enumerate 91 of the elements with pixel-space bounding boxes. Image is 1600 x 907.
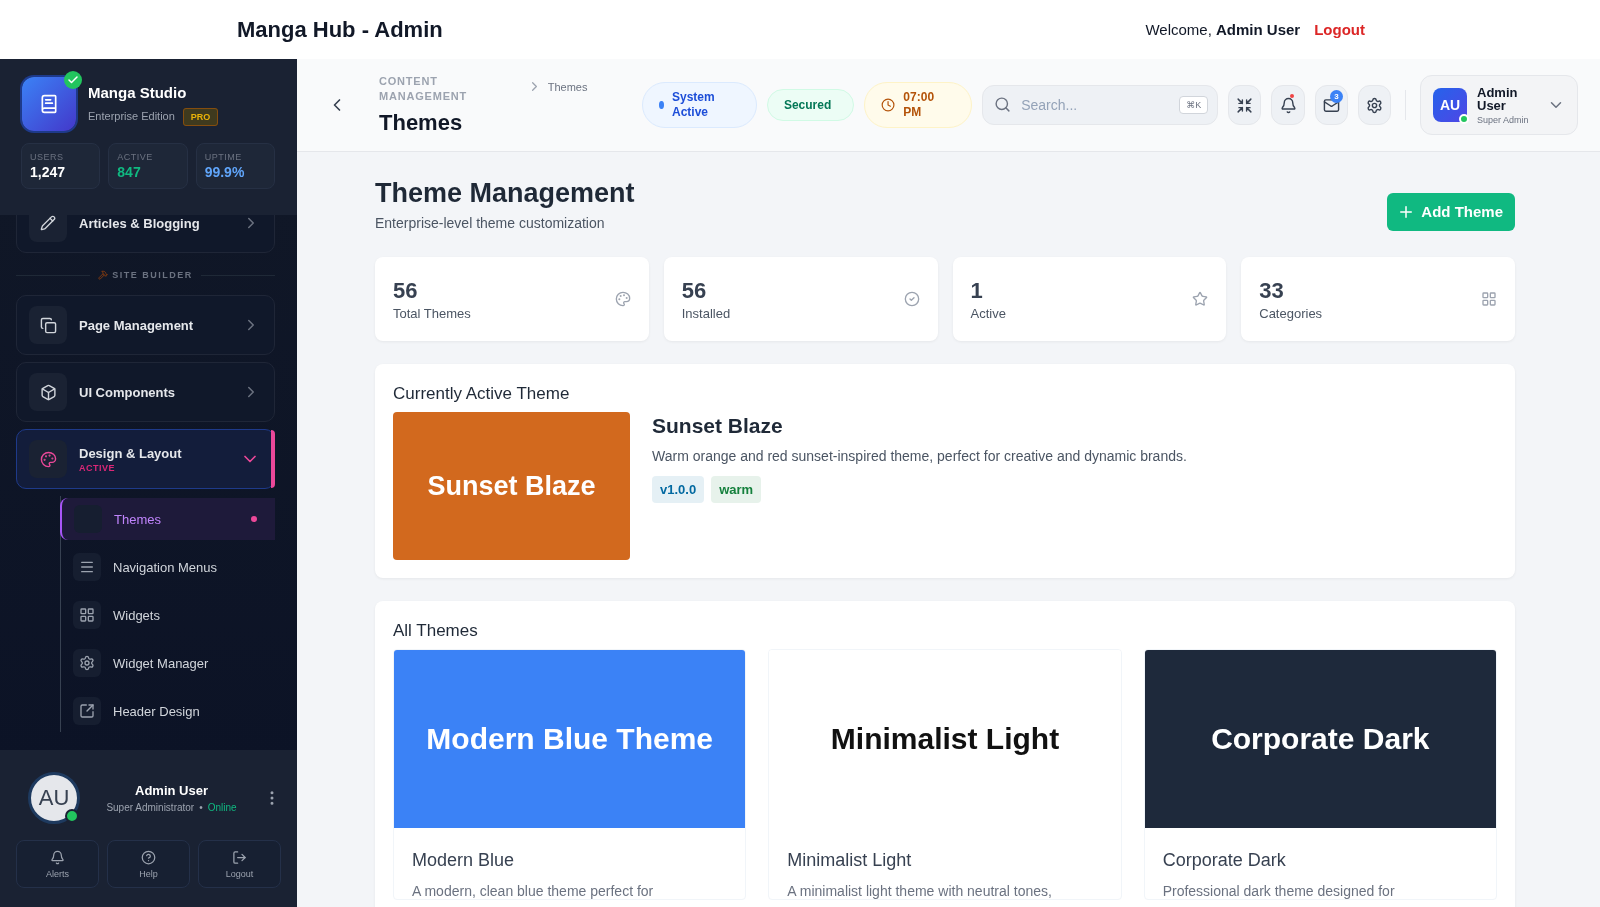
palette-icon bbox=[29, 440, 67, 478]
stat-value: 56 bbox=[393, 277, 419, 304]
hammer-icon bbox=[98, 270, 109, 280]
grid-icon bbox=[1481, 291, 1497, 307]
theme-preview: Modern Blue Theme bbox=[394, 650, 746, 828]
pro-badge: PRO bbox=[182, 108, 219, 126]
stat-label: UPTIME bbox=[204, 152, 243, 162]
theme-name: Modern Blue bbox=[411, 849, 516, 871]
theme-preview: Sunset Blaze bbox=[393, 412, 630, 560]
star-icon bbox=[1192, 291, 1209, 307]
shrink-icon bbox=[1236, 96, 1254, 114]
theme-name: Sunset Blaze bbox=[652, 414, 784, 438]
stat-label: Total Themes bbox=[393, 305, 471, 321]
brand-edition: Enterprise Edition bbox=[88, 110, 175, 122]
messages-button[interactable]: 3 bbox=[1314, 85, 1348, 125]
theme-description: Professional dark theme designed for bbox=[1161, 882, 1396, 899]
settings-icon bbox=[1365, 96, 1383, 114]
footer-action-button[interactable]: Logout bbox=[198, 840, 281, 888]
card-title: All Themes bbox=[393, 621, 479, 641]
stat-value: 1 bbox=[970, 277, 984, 304]
user-role: Super Administrator bbox=[106, 802, 195, 813]
grid-icon bbox=[73, 601, 101, 629]
help-icon bbox=[141, 849, 156, 865]
theme-description: A minimalist light theme with neutral tones, bbox=[786, 882, 1053, 899]
theme-name: Corporate Dark bbox=[1161, 849, 1287, 871]
stat-value: 1,247 bbox=[30, 164, 67, 180]
palette-icon bbox=[614, 291, 631, 307]
shortcut-hint: ⌘K bbox=[1179, 96, 1209, 114]
shrink-button[interactable] bbox=[1228, 85, 1262, 125]
stat-label: Installed bbox=[681, 305, 731, 321]
status-pill: 07:00 PM bbox=[864, 82, 973, 128]
logout-icon bbox=[232, 849, 247, 865]
submenu-item[interactable]: Widget Manager bbox=[61, 642, 275, 684]
page-title: Themes bbox=[379, 110, 464, 136]
section-subtitle: Enterprise-level theme customization bbox=[375, 215, 606, 231]
mail-icon bbox=[1322, 96, 1340, 114]
theme-description: A modern, clean blue theme perfect for bbox=[411, 882, 655, 899]
footer-action-button[interactable]: Help bbox=[107, 840, 190, 888]
stat-value: 99.9% bbox=[204, 164, 246, 180]
gear-icon bbox=[73, 649, 101, 677]
brand-name: Manga Studio bbox=[88, 84, 188, 101]
nav-item[interactable]: UI Components bbox=[16, 362, 275, 422]
bell-icon bbox=[1279, 96, 1297, 114]
nav-item[interactable]: Page Management bbox=[16, 295, 275, 355]
clock-icon bbox=[881, 97, 896, 113]
check-circle-icon bbox=[903, 291, 920, 307]
user-avatar: AU bbox=[28, 772, 80, 824]
settings-button[interactable] bbox=[1357, 85, 1392, 125]
stat-label: Categories bbox=[1259, 305, 1323, 321]
stat-label: Active bbox=[970, 305, 1006, 321]
search-icon bbox=[994, 96, 1012, 113]
stat-value: 56 bbox=[681, 277, 708, 304]
separator-dot: • bbox=[199, 802, 203, 813]
theme-tag: warm bbox=[711, 476, 762, 503]
count-badge: 3 bbox=[1329, 90, 1343, 103]
theme-name: Minimalist Light bbox=[786, 849, 913, 871]
footer-action-button[interactable]: Alerts bbox=[16, 840, 99, 888]
user-name: Admin User bbox=[135, 783, 208, 798]
section-title: Theme Management bbox=[375, 178, 635, 209]
stat-value: 33 bbox=[1259, 277, 1285, 304]
theme-tag: v1.0.0 bbox=[652, 476, 705, 503]
breadcrumb-link[interactable]: Themes bbox=[547, 80, 588, 93]
logout-link[interactable]: Logout bbox=[1314, 21, 1365, 38]
notifications-button[interactable] bbox=[1271, 85, 1305, 125]
stat-label: ACTIVE bbox=[117, 152, 154, 162]
breadcrumb-section: CONTENT MANAGEMENT bbox=[379, 74, 479, 104]
theme-preview: Corporate Dark bbox=[1144, 650, 1496, 828]
cube-icon bbox=[29, 373, 67, 411]
submenu-item[interactable]: Header Design bbox=[61, 690, 275, 732]
user-avatar: AU bbox=[1433, 88, 1467, 122]
submenu-item[interactable]: Widgets bbox=[61, 594, 275, 636]
submenu-item[interactable]: Themes bbox=[60, 498, 275, 540]
nav-item[interactable]: Design & Layout ACTIVE bbox=[16, 429, 275, 489]
pages-icon bbox=[29, 306, 67, 344]
app-title: Manga Hub - Admin bbox=[237, 16, 443, 43]
status-text: Online bbox=[207, 802, 237, 813]
nav-item[interactable]: Articles & Blogging bbox=[16, 215, 275, 253]
book-icon bbox=[39, 94, 59, 114]
bell-icon bbox=[50, 849, 65, 865]
submenu-item[interactable]: Navigation Menus bbox=[61, 546, 275, 588]
section-label: SITE BUILDER bbox=[16, 270, 275, 280]
user-menu[interactable]: AU Admin User Super Admin bbox=[1420, 75, 1578, 135]
card-title: Currently Active Theme bbox=[393, 384, 571, 404]
expand-icon bbox=[73, 697, 101, 725]
menu-icon bbox=[73, 553, 101, 581]
theme-description: Warm orange and red sunset-inspired theme, perfect for creative and dynamic brands. bbox=[652, 448, 1187, 464]
stat-value: 847 bbox=[117, 164, 142, 180]
status-pill: System Active bbox=[642, 82, 757, 128]
welcome-text: Welcome, Admin User bbox=[1145, 21, 1301, 38]
status-pill: Secured bbox=[766, 89, 855, 121]
stat-label: USERS bbox=[30, 152, 65, 162]
